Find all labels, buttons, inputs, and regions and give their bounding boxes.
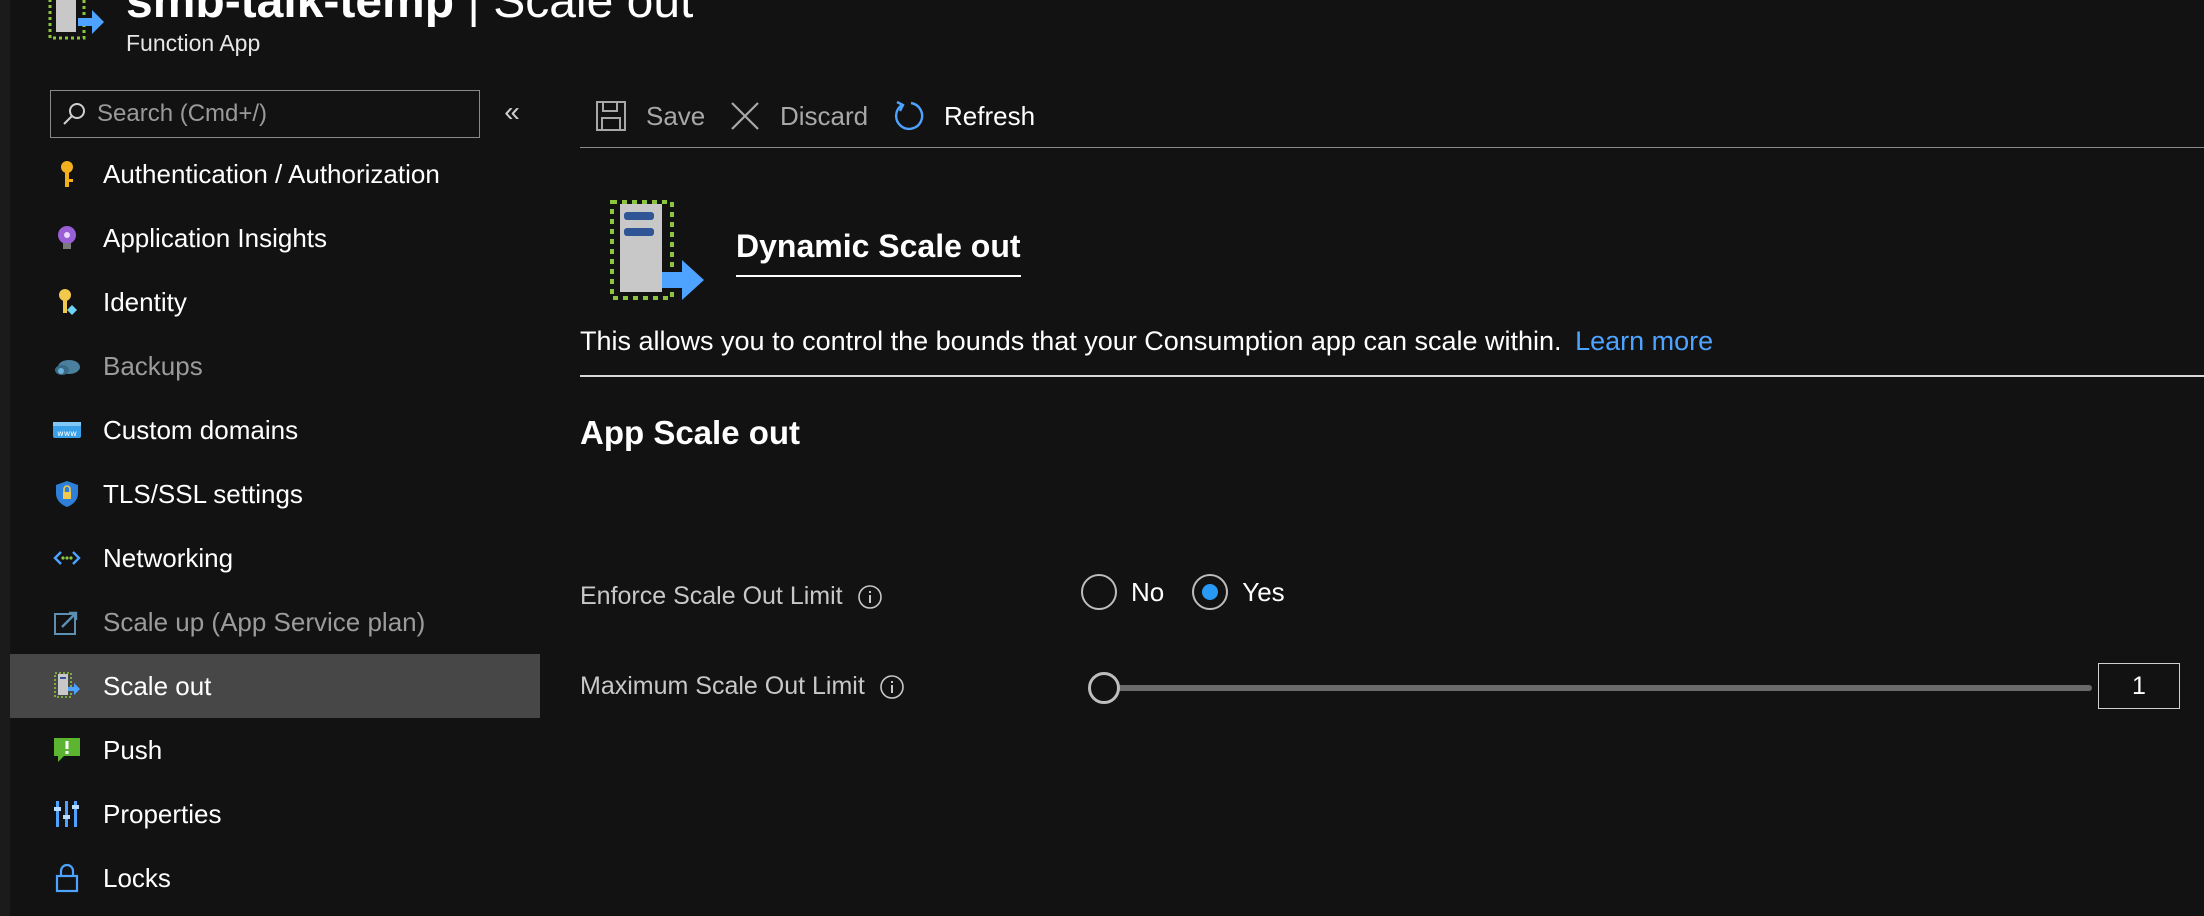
sidebar-item-scale-out[interactable]: Scale out bbox=[10, 654, 540, 718]
scale-up-icon bbox=[50, 605, 84, 639]
shield-lock-icon bbox=[50, 477, 84, 511]
sidebar-item-authentication[interactable]: Authentication / Authorization bbox=[10, 142, 540, 206]
networking-icon bbox=[50, 541, 84, 575]
collapse-sidebar-button[interactable]: « bbox=[497, 98, 527, 128]
sidebar-item-label: Locks bbox=[103, 862, 171, 893]
radio-no-circle[interactable] bbox=[1081, 574, 1117, 610]
search-input[interactable] bbox=[97, 100, 457, 128]
refresh-button[interactable]: Refresh bbox=[892, 94, 1035, 138]
discard-label: Discard bbox=[780, 100, 869, 131]
max-limit-value-input[interactable] bbox=[2098, 663, 2180, 709]
max-limit-text: Maximum Scale Out Limit bbox=[580, 672, 865, 700]
cloud-backup-icon bbox=[50, 349, 84, 383]
page-name: Scale out bbox=[493, 0, 694, 28]
sidebar-item-label: Scale out bbox=[103, 670, 212, 701]
enforce-limit-radio-group: No Yes bbox=[1081, 574, 1313, 610]
info-icon[interactable] bbox=[857, 584, 883, 610]
sidebar-item-label: Push bbox=[103, 734, 163, 765]
sidebar-item-label: Scale up (App Service plan) bbox=[103, 606, 426, 637]
sidebar-item-label: Backups bbox=[103, 350, 203, 381]
lock-icon bbox=[50, 861, 84, 895]
sidebar-search[interactable] bbox=[50, 90, 480, 138]
enforce-limit-label: Enforce Scale Out Limit bbox=[580, 582, 883, 611]
info-icon[interactable] bbox=[879, 674, 905, 700]
refresh-label: Refresh bbox=[944, 100, 1036, 131]
discard-button[interactable]: Discard bbox=[728, 94, 868, 138]
sidebar-item-networking[interactable]: Networking bbox=[10, 526, 540, 590]
sidebar-item-locks[interactable]: Locks bbox=[10, 846, 540, 910]
learn-more-link[interactable]: Learn more bbox=[1575, 326, 1713, 356]
radio-no[interactable]: No bbox=[1081, 574, 1164, 610]
sidebar-item-label: Identity bbox=[103, 286, 187, 317]
radio-yes-circle[interactable] bbox=[1192, 574, 1229, 610]
sidebar-item-properties[interactable]: Properties bbox=[10, 782, 540, 846]
lightbulb-icon bbox=[50, 221, 84, 255]
properties-icon bbox=[50, 797, 84, 831]
max-limit-slider-track[interactable] bbox=[1100, 685, 2092, 691]
sidebar-item-label: Networking bbox=[103, 542, 234, 573]
sidebar-item-application-insights[interactable]: Application Insights bbox=[10, 206, 540, 270]
sidebar-item-label: Application Insights bbox=[103, 222, 328, 253]
sidebar-item-scale-up[interactable]: Scale up (App Service plan) bbox=[10, 590, 540, 654]
close-icon bbox=[731, 102, 759, 130]
sidebar-item-label: Custom domains bbox=[103, 414, 299, 445]
command-toolbar: Save Discard Refresh bbox=[580, 88, 2204, 148]
max-limit-slider-thumb[interactable] bbox=[1088, 672, 1120, 704]
app-scale-out-heading: App Scale out bbox=[580, 414, 801, 451]
push-icon bbox=[50, 733, 84, 767]
save-label: Save bbox=[646, 100, 706, 131]
identity-key-icon bbox=[50, 285, 84, 319]
sidebar-item-tls-ssl[interactable]: TLS/SSL settings bbox=[10, 462, 540, 526]
function-app-scale-out-icon bbox=[48, 0, 104, 40]
save-icon bbox=[596, 101, 626, 131]
refresh-icon bbox=[895, 100, 924, 130]
www-icon: www bbox=[50, 413, 84, 447]
left-edge-strip bbox=[0, 0, 10, 916]
app-window: smb-talk-temp | Scale out Function App «… bbox=[0, 0, 2204, 916]
sidebar-item-push[interactable]: Push bbox=[10, 718, 540, 782]
scale-out-icon bbox=[50, 669, 84, 703]
radio-yes-label: Yes bbox=[1242, 576, 1285, 607]
title-separator: | bbox=[467, 0, 480, 28]
radio-no-label: No bbox=[1131, 576, 1165, 607]
section-hero-title: Dynamic Scale out bbox=[736, 228, 1021, 277]
resource-name: smb-talk-temp bbox=[126, 0, 455, 28]
key-icon bbox=[50, 157, 84, 191]
svg-text:www: www bbox=[57, 429, 77, 438]
sidebar-item-custom-domains[interactable]: www Custom domains bbox=[10, 398, 540, 462]
sidebar-item-backups[interactable]: Backups bbox=[10, 334, 540, 398]
sidebar: « Authentication / Authorization Applica… bbox=[10, 88, 540, 916]
description-text: This allows you to control the bounds th… bbox=[580, 326, 1713, 357]
main-content: Save Discard Refresh Dynamic Scale out T… bbox=[580, 88, 2204, 916]
radio-yes[interactable]: Yes bbox=[1192, 574, 1285, 610]
description-body: This allows you to control the bounds th… bbox=[580, 326, 1562, 356]
resource-type: Function App bbox=[126, 30, 261, 56]
search-icon bbox=[63, 103, 85, 125]
dynamic-scale-out-icon bbox=[610, 200, 704, 300]
sidebar-item-label: Properties bbox=[103, 798, 222, 829]
section-divider bbox=[580, 375, 2204, 377]
enforce-limit-text: Enforce Scale Out Limit bbox=[580, 582, 843, 610]
max-limit-label: Maximum Scale Out Limit bbox=[580, 672, 905, 701]
save-button[interactable]: Save bbox=[594, 94, 705, 138]
sidebar-item-identity[interactable]: Identity bbox=[10, 270, 540, 334]
page-title: smb-talk-temp | Scale out bbox=[126, 0, 693, 26]
sidebar-item-label: Authentication / Authorization bbox=[103, 158, 440, 189]
sidebar-item-label: TLS/SSL settings bbox=[103, 478, 303, 509]
sidebar-nav: Authentication / Authorization Applicati… bbox=[10, 142, 540, 910]
